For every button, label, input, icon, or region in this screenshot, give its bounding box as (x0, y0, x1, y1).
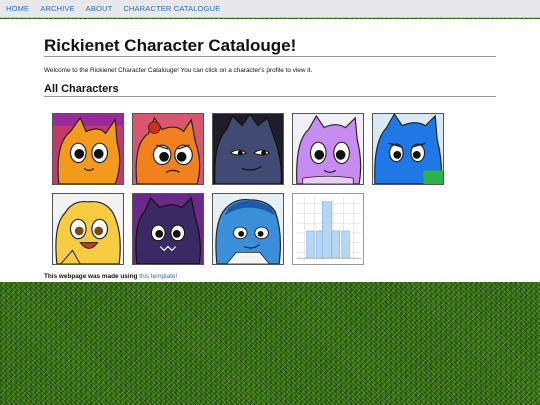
page-title: Rickienet Character Catalouge! (44, 36, 496, 57)
orange-red-character-icon (133, 114, 203, 184)
light-blue-character-icon (213, 194, 283, 264)
orange-red-character-profile[interactable] (132, 113, 204, 185)
nav-archive-link[interactable]: ARCHIVE (40, 4, 74, 13)
dark-purple-character-icon (133, 194, 203, 264)
footer-text: This webpage was made using (44, 273, 140, 280)
template-link[interactable]: this template! (139, 273, 177, 280)
blue-character-icon (373, 114, 443, 184)
chart-thumbnail-icon (293, 194, 363, 264)
nav-character-catalogue-link[interactable]: CHARACTER CATALOGUE (123, 4, 220, 13)
grass-background (0, 282, 540, 405)
light-blue-character-profile[interactable] (212, 193, 284, 265)
yellow-character-profile[interactable] (52, 193, 124, 265)
intro-text: Welcome to the Rickienet Character Catal… (44, 67, 313, 74)
purple-character-icon (293, 114, 363, 184)
dark-purple-character-profile[interactable] (132, 193, 204, 265)
chart-thumbnail-profile[interactable] (292, 193, 364, 265)
orange-character-profile[interactable] (52, 113, 124, 185)
purple-character-profile[interactable] (292, 113, 364, 185)
footer-credit: This webpage was made using this templat… (44, 273, 177, 280)
section-heading-all-characters: All Characters (44, 83, 496, 97)
orange-character-icon (53, 114, 123, 184)
nav-home-link[interactable]: HOME (6, 4, 29, 13)
dark-navy-character-profile[interactable] (212, 113, 284, 185)
top-navigation: HOME ARCHIVE ABOUT CHARACTER CATALOGUE (0, 0, 540, 18)
yellow-character-icon (53, 194, 123, 264)
main-content: Rickienet Character Catalouge! Welcome t… (0, 19, 540, 282)
nav-about-link[interactable]: ABOUT (86, 4, 113, 13)
dark-navy-character-icon (213, 114, 283, 184)
blue-character-profile[interactable] (372, 113, 444, 185)
